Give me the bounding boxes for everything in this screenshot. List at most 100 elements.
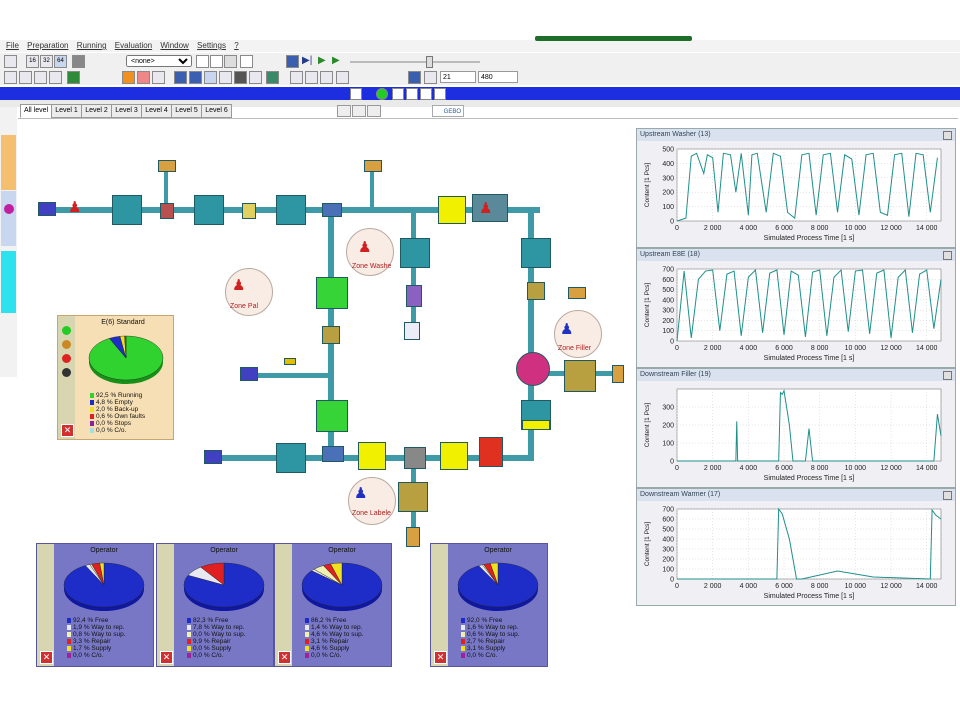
menu-preparation[interactable]: Preparation bbox=[27, 40, 68, 52]
tab-level-1[interactable]: Level 1 bbox=[51, 104, 82, 118]
delete-icon[interactable] bbox=[224, 55, 237, 68]
pause-icon[interactable] bbox=[286, 55, 299, 68]
save-icon[interactable] bbox=[19, 71, 32, 84]
chart-panel-close-button[interactable] bbox=[943, 371, 952, 380]
machine-packer-2[interactable] bbox=[276, 443, 306, 473]
tool-e-icon[interactable] bbox=[219, 71, 232, 84]
layout-select[interactable]: <none> bbox=[126, 55, 192, 67]
machine-washer[interactable] bbox=[438, 196, 466, 224]
machine-small-marker[interactable] bbox=[284, 358, 296, 365]
pie-mode-icon-2[interactable] bbox=[62, 340, 71, 349]
tool-d-icon[interactable] bbox=[204, 71, 217, 84]
menu-window[interactable]: Window bbox=[160, 40, 188, 52]
operator-panel-close-button[interactable]: ✕ bbox=[160, 651, 173, 664]
machine-entry-right[interactable] bbox=[568, 287, 586, 299]
left-tool-dot[interactable] bbox=[4, 204, 14, 214]
left-tool-warning[interactable] bbox=[1, 135, 16, 190]
machine-filler[interactable] bbox=[516, 352, 550, 386]
menu-help[interactable]: ? bbox=[234, 40, 238, 52]
pie-mode-icon[interactable] bbox=[62, 326, 71, 335]
circle-tool-icon[interactable] bbox=[174, 71, 187, 84]
pie-view-icon[interactable] bbox=[376, 88, 388, 100]
machine-washer-tower[interactable] bbox=[406, 285, 422, 307]
operator-panel-close-button[interactable]: ✕ bbox=[40, 651, 53, 664]
machine-entry-top[interactable] bbox=[158, 160, 176, 172]
zoom-fit-icon[interactable] bbox=[336, 71, 349, 84]
step-icon[interactable]: ▶| bbox=[302, 56, 312, 66]
field-a[interactable] bbox=[440, 71, 476, 83]
machine-buffer-2[interactable] bbox=[242, 203, 256, 219]
machine-depal[interactable] bbox=[112, 195, 142, 225]
tab-level-2[interactable]: Level 2 bbox=[81, 104, 112, 118]
menu-file[interactable]: File bbox=[6, 40, 19, 52]
machine-inspector-top[interactable] bbox=[322, 203, 342, 217]
left-tool-view[interactable] bbox=[1, 191, 16, 246]
menu-settings[interactable]: Settings bbox=[197, 40, 226, 52]
tab-level-4[interactable]: Level 4 bbox=[141, 104, 172, 118]
zoom-64-button[interactable]: 64 bbox=[54, 55, 67, 68]
machine-exit-right[interactable] bbox=[612, 365, 624, 383]
machine-forklift-mid[interactable] bbox=[240, 367, 258, 381]
machine-filler-out[interactable] bbox=[564, 360, 596, 392]
table-view-icon[interactable] bbox=[420, 88, 432, 100]
pie-mode-icon-3[interactable] bbox=[62, 354, 71, 363]
open-icon[interactable] bbox=[4, 71, 17, 84]
tool-c-icon[interactable] bbox=[152, 71, 165, 84]
play-icon[interactable]: ▶ bbox=[318, 56, 326, 66]
machine-washer-out[interactable] bbox=[400, 238, 430, 268]
color-icon[interactable] bbox=[72, 55, 85, 68]
chart-panel-close-button[interactable] bbox=[943, 491, 952, 500]
machine-warmer[interactable] bbox=[479, 437, 503, 467]
copy-icon[interactable] bbox=[210, 55, 223, 68]
grid-icon[interactable] bbox=[4, 55, 17, 68]
machine-buffer-1[interactable] bbox=[160, 203, 174, 219]
export-icon[interactable] bbox=[49, 71, 62, 84]
tool-a-icon[interactable] bbox=[122, 71, 135, 84]
fast-play-icon[interactable]: ▶ bbox=[332, 56, 340, 66]
machine-entry-top-2[interactable] bbox=[364, 160, 382, 172]
zoom-in-icon[interactable] bbox=[305, 71, 318, 84]
zoom-32-button[interactable]: 32 bbox=[40, 55, 53, 68]
machine-packer[interactable] bbox=[276, 195, 306, 225]
view-icon[interactable] bbox=[350, 88, 362, 100]
camera-icon[interactable] bbox=[408, 71, 421, 84]
tab-all-level[interactable]: All level bbox=[20, 104, 52, 118]
list-view-icon[interactable] bbox=[434, 88, 446, 100]
tool-h-icon[interactable] bbox=[266, 71, 279, 84]
cursor-icon[interactable] bbox=[240, 55, 253, 68]
tab-level-3[interactable]: Level 3 bbox=[111, 104, 142, 118]
zoom-out-icon[interactable] bbox=[320, 71, 333, 84]
operator-tool-icon[interactable] bbox=[189, 71, 202, 84]
machine-labeler[interactable] bbox=[404, 447, 426, 469]
tab-level-5[interactable]: Level 5 bbox=[171, 104, 202, 118]
machine-ebe[interactable] bbox=[521, 238, 551, 268]
machine-forklift-top[interactable] bbox=[38, 202, 56, 216]
standard-panel-close-button[interactable]: ✕ bbox=[61, 424, 74, 437]
machine-exit[interactable] bbox=[406, 527, 420, 547]
zoom-16-button[interactable]: 16 bbox=[26, 55, 39, 68]
new-icon[interactable] bbox=[196, 55, 209, 68]
machine-yellow-4[interactable] bbox=[358, 442, 386, 470]
machine-green-1[interactable] bbox=[316, 277, 348, 309]
chart-panel-close-button[interactable] bbox=[943, 131, 952, 140]
tab-level-6[interactable]: Level 6 bbox=[201, 104, 232, 118]
machine-yellow-2[interactable] bbox=[522, 420, 550, 430]
left-tool-active[interactable] bbox=[1, 251, 16, 313]
view-button-c[interactable] bbox=[367, 105, 381, 117]
chart2-view-icon[interactable] bbox=[406, 88, 418, 100]
speed-slider-handle[interactable] bbox=[426, 56, 433, 68]
speed-slider[interactable] bbox=[350, 61, 480, 63]
view-button-b[interactable] bbox=[352, 105, 366, 117]
machine-unpacker[interactable] bbox=[194, 195, 224, 225]
menu-running[interactable]: Running bbox=[77, 40, 107, 52]
counter-icon[interactable] bbox=[424, 71, 437, 84]
chart-panel-close-button[interactable] bbox=[943, 251, 952, 260]
machine-ebe-buffer[interactable] bbox=[527, 282, 545, 300]
view-button-a[interactable] bbox=[337, 105, 351, 117]
tool-g-icon[interactable] bbox=[249, 71, 262, 84]
tool-f-icon[interactable] bbox=[234, 71, 247, 84]
machine-yellow-3[interactable] bbox=[440, 442, 468, 470]
machine-forklift-bottom[interactable] bbox=[204, 450, 222, 464]
chart-view-icon[interactable] bbox=[392, 88, 404, 100]
menu-evaluation[interactable]: Evaluation bbox=[115, 40, 152, 52]
